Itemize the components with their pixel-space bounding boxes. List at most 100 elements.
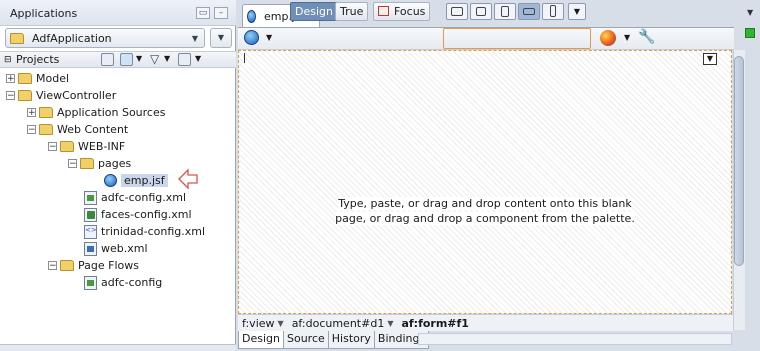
tree-item-label: Page Flows [78,259,139,272]
phone-portrait-icon [550,5,556,17]
chevron-down-icon: ▼ [191,33,198,43]
xml-file-icon [84,190,97,205]
task-flow-icon [84,275,97,290]
chevron-down-icon[interactable]: ▼ [624,33,630,42]
chevron-down-icon[interactable]: ▼ [195,54,201,63]
chevron-down-icon[interactable]: ▼ [136,54,142,63]
web-xml-icon [84,241,97,256]
refresh-icon[interactable] [244,30,262,46]
tree-item-adfc-config-xml[interactable]: adfc-config.xml [84,189,186,206]
faces-config-icon [84,207,97,222]
application-menu-button[interactable]: ▼ [210,28,232,48]
horizontal-scrollbar[interactable] [418,333,732,345]
tree-item-label: Model [36,72,70,85]
collapse-icon[interactable]: − [27,125,36,135]
tree-item-label: web.xml [101,242,148,255]
folder-icon [18,90,32,101]
folder-icon [80,158,94,169]
tree-item-application-sources[interactable]: + Application Sources [27,104,165,121]
right-gutter [745,0,760,351]
projects-label: Projects [16,53,60,66]
design-canvas[interactable] [238,50,732,314]
arrow-left-icon [178,168,198,190]
tree-item-trinidad-config-xml[interactable]: trinidad-config.xml [84,223,205,240]
focus-icon [378,6,389,16]
collapse-icon[interactable]: ⊟ [4,55,12,65]
search-icon[interactable] [101,53,114,66]
tree-item-web-content[interactable]: − Web Content [27,121,128,138]
breadcrumb-item-current[interactable]: af:form#f1 [397,317,473,330]
application-selector[interactable]: AdfApplication ▼ [5,28,205,48]
design-mode-button[interactable]: Design [290,2,338,21]
tree-item-label: trinidad-config.xml [101,225,206,238]
chevron-down-icon[interactable]: ▼ [747,8,753,17]
breadcrumb-item[interactable]: af:document#d1 ▼ [288,317,398,330]
tablet-landscape-button[interactable] [470,3,492,20]
tab-history[interactable]: History [327,331,375,349]
chevron-down-icon: ▼ [277,318,284,328]
chevron-down-icon[interactable]: ▼ [266,33,272,42]
expand-icon[interactable]: + [6,74,15,84]
tree-item-web-inf[interactable]: − WEB-INF [48,138,125,155]
tree-item-viewcontroller[interactable]: − ViewController [6,87,116,104]
collapse-icon[interactable]: − [48,261,57,271]
filter-icon[interactable]: ▽ [150,52,159,66]
sync-icon[interactable] [120,53,133,66]
tablet-icon [476,7,486,16]
focus-button[interactable]: Focus [373,2,431,21]
text-cursor [244,53,245,63]
tablet-portrait-button[interactable] [494,3,516,20]
collapse-icon[interactable]: − [68,159,77,169]
phone-portrait-button[interactable] [542,3,564,20]
folder-icon [18,73,32,84]
jsf-page-icon [104,174,117,187]
tree-item-label: pages [98,157,132,170]
tree-item-label: ViewController [36,89,117,102]
tree-item-label: adfc-config [101,276,163,289]
vertical-scroll-thumb[interactable] [734,56,744,266]
collapse-icon[interactable]: − [48,142,57,152]
breadcrumb-item[interactable]: f:view ▼ [238,317,288,330]
trinidad-config-icon [84,224,97,239]
application-selector-value: AdfApplication [32,31,112,45]
tree-item-page-flows[interactable]: − Page Flows [48,257,139,274]
phone-icon [523,8,535,15]
tree-item-label: Web Content [57,123,129,136]
restore-icon[interactable]: ▭ [196,7,210,19]
tree-item-adfc-config[interactable]: adfc-config [84,274,162,291]
tree-item-pages[interactable]: − pages [68,155,131,172]
desktop-preview-button[interactable] [446,3,468,20]
application-icon [10,32,24,44]
tree-item-label: emp.jsf [121,174,168,187]
monitor-icon [451,7,463,16]
tree-item-faces-config-xml[interactable]: faces-config.xml [84,206,192,223]
wrench-icon[interactable]: 🔧 [638,29,655,45]
device-preview-group [443,28,591,49]
true-mode-button[interactable]: True [335,2,369,21]
folder-icon [39,107,53,118]
empty-canvas-message-line2: page, or drag and drop a component from … [335,212,635,225]
chevron-down-icon[interactable]: ▼ [164,54,170,63]
canvas-menu-button[interactable]: ▼ [703,53,717,65]
folder-icon [60,260,74,271]
tab-source[interactable]: Source [282,331,329,349]
tree-item-label: faces-config.xml [101,208,192,221]
jsf-page-icon [247,10,256,23]
working-sets-icon[interactable] [178,53,191,66]
minimize-icon[interactable]: – [214,7,228,19]
tablet-portrait-icon [501,6,509,17]
expand-icon[interactable]: + [27,108,36,118]
device-menu-button[interactable]: ▼ [568,3,586,20]
tree-item-emp-jsf[interactable]: emp.jsf [104,172,168,189]
tree-item-model[interactable]: + Model [6,70,69,87]
tree-item-label: Application Sources [57,106,166,119]
tree-item-web-xml[interactable]: web.xml [84,240,148,257]
collapse-icon[interactable]: − [6,91,15,101]
applications-title: Applications [10,7,78,20]
tree-item-label: WEB-INF [78,140,126,153]
tree-item-label: adfc-config.xml [101,191,187,204]
phone-landscape-button[interactable] [518,3,540,20]
firefox-icon[interactable] [600,30,616,46]
folder-icon [60,141,74,152]
tab-design[interactable]: Design [238,331,284,349]
